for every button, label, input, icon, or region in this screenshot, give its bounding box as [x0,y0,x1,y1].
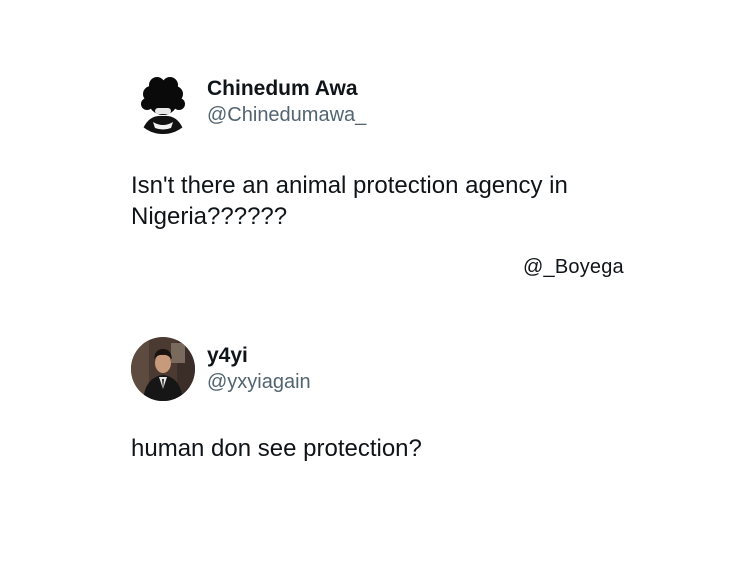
display-name[interactable]: y4yi [207,343,311,369]
author-names: y4yi @yxyiagain [207,343,311,395]
dark-haired-figure-icon [131,70,195,134]
tweet-card-1: Chinedum Awa @Chinedumawa_ Isn't there a… [131,70,611,232]
avatar[interactable] [131,70,195,134]
author-names: Chinedum Awa @Chinedumawa_ [207,76,366,128]
user-handle[interactable]: @yxyiagain [207,369,311,395]
tweet-text: Isn't there an animal protection agency … [131,172,568,230]
user-handle[interactable]: @Chinedumawa_ [207,102,366,128]
display-name[interactable]: Chinedum Awa [207,76,366,102]
man-in-suit-icon [131,337,195,401]
tweet-header: y4yi @yxyiagain [131,337,611,401]
watermark: @_Boyega [523,256,624,278]
avatar[interactable] [131,337,195,401]
tweet-text: human don see protection? [131,435,422,462]
tweet-header: Chinedum Awa @Chinedumawa_ [131,70,611,134]
tweet-card-2: y4yi @yxyiagain human don see protection… [131,337,611,464]
